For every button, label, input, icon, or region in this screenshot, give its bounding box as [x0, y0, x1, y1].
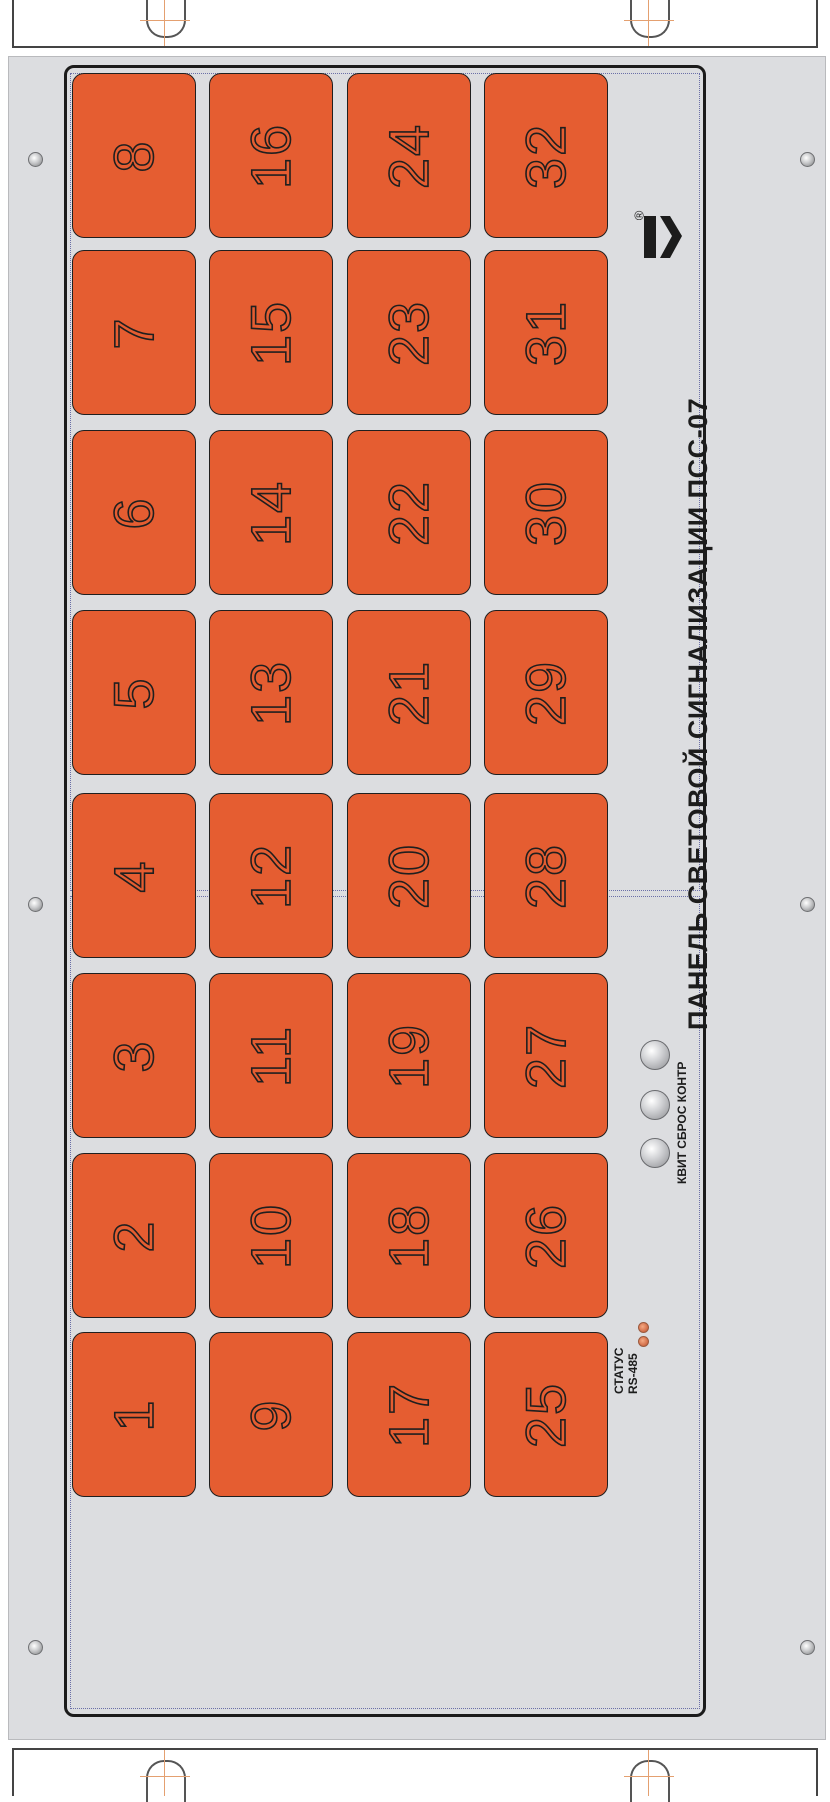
mounting-slot — [630, 0, 670, 38]
indicator-cell: 15 — [209, 250, 333, 415]
indicator-cell: 6 — [72, 430, 196, 595]
indicator-number: 23 — [376, 299, 441, 367]
indicator-number: 28 — [513, 842, 578, 910]
indicator-cell: 11 — [209, 973, 333, 1138]
indicator-cell: 10 — [209, 1153, 333, 1318]
indicator-cell: 29 — [484, 610, 608, 775]
buttons-label: КВИТ СБРОС КОНТР — [675, 1061, 689, 1184]
indicator-cell: 4 — [72, 793, 196, 958]
crosshair-mark — [624, 1776, 674, 1777]
bracket-bottom-right-edge — [816, 1748, 818, 1796]
indicator-number: 24 — [376, 122, 441, 190]
test-button[interactable] — [640, 1138, 670, 1168]
indicator-number: 18 — [376, 1202, 441, 1270]
indicator-number: 30 — [513, 479, 578, 547]
indicator-number: 25 — [513, 1381, 578, 1449]
reset-button[interactable] — [640, 1090, 670, 1120]
crosshair-mark — [624, 20, 674, 21]
indicator-number: 13 — [238, 659, 303, 727]
indicator-number: 10 — [238, 1202, 303, 1270]
indicator-number: 22 — [376, 479, 441, 547]
indicator-number: 8 — [101, 138, 166, 173]
indicator-cell: 9 — [209, 1332, 333, 1497]
indicator-number: 11 — [238, 1024, 303, 1088]
indicator-cell: 24 — [347, 73, 471, 238]
indicator-number: 1 — [101, 1397, 166, 1432]
crosshair-mark — [164, 0, 165, 46]
indicator-cell: 5 — [72, 610, 196, 775]
indicator-cell: 14 — [209, 430, 333, 595]
bracket-bottom-line — [12, 1748, 818, 1750]
indicator-cell: 22 — [347, 430, 471, 595]
crosshair-mark — [140, 20, 190, 21]
status-label: СТАТУС — [612, 1347, 626, 1394]
indicator-number: 16 — [238, 122, 303, 190]
bracket-bottom-left-edge — [12, 1748, 14, 1796]
indicator-cell: 21 — [347, 610, 471, 775]
indicator-cell: 1 — [72, 1332, 196, 1497]
rs485-led — [638, 1336, 649, 1347]
screw-icon — [800, 1640, 815, 1655]
indicator-cell: 30 — [484, 430, 608, 595]
mounting-slot — [146, 0, 186, 38]
indicator-cell: 13 — [209, 610, 333, 775]
indicator-number: 26 — [513, 1202, 578, 1270]
indicator-number: 29 — [513, 659, 578, 727]
indicator-number: 27 — [513, 1022, 578, 1090]
screw-icon — [800, 897, 815, 912]
crosshair-mark — [648, 1750, 649, 1796]
bracket-top-left-edge — [12, 0, 14, 48]
indicator-cell: 16 — [209, 73, 333, 238]
screw-icon — [28, 897, 43, 912]
status-led — [638, 1322, 649, 1333]
indicator-cell: 8 — [72, 73, 196, 238]
indicator-cell: 19 — [347, 973, 471, 1138]
indicator-number: 2 — [101, 1218, 166, 1253]
indicator-cell: 27 — [484, 973, 608, 1138]
indicator-cell: 12 — [209, 793, 333, 958]
acknowledge-button[interactable] — [640, 1040, 670, 1070]
indicator-cell: 31 — [484, 250, 608, 415]
indicator-cell: 18 — [347, 1153, 471, 1318]
crosshair-mark — [140, 1776, 190, 1777]
rs485-label: RS-485 — [626, 1353, 640, 1394]
indicator-number: 20 — [376, 842, 441, 910]
indicator-number: 21 — [376, 659, 441, 727]
indicator-cell: 3 — [72, 973, 196, 1138]
manufacturer-logo-icon — [644, 216, 682, 258]
bracket-top-line — [12, 46, 818, 48]
registered-mark: ® — [631, 210, 647, 221]
indicator-cell: 32 — [484, 73, 608, 238]
indicator-cell: 7 — [72, 250, 196, 415]
screw-icon — [28, 1640, 43, 1655]
indicator-number: 5 — [101, 675, 166, 710]
indicator-number: 7 — [101, 315, 166, 350]
bracket-top-right-edge — [816, 0, 818, 48]
indicator-number: 15 — [238, 299, 303, 367]
indicator-cell: 17 — [347, 1332, 471, 1497]
indicator-cell: 25 — [484, 1332, 608, 1497]
indicator-number: 6 — [101, 495, 166, 530]
indicator-number: 4 — [101, 858, 166, 893]
panel-title: ПАНЕЛЬ СВЕТОВОЙ СИГНАЛИЗАЦИИ ПСС-07 — [683, 397, 713, 1030]
indicator-number: 32 — [513, 122, 578, 190]
indicator-number: 19 — [376, 1022, 441, 1090]
indicator-cell: 26 — [484, 1153, 608, 1318]
indicator-cell: 28 — [484, 793, 608, 958]
indicator-number: 14 — [238, 479, 303, 547]
indicator-number: 12 — [238, 842, 303, 910]
indicator-number: 31 — [513, 299, 578, 367]
screw-icon — [28, 152, 43, 167]
indicator-cell: 20 — [347, 793, 471, 958]
indicator-cell: 23 — [347, 250, 471, 415]
indicator-number: 17 — [376, 1381, 441, 1449]
indicator-cell: 2 — [72, 1153, 196, 1318]
crosshair-mark — [164, 1750, 165, 1796]
indicator-number: 3 — [101, 1038, 166, 1073]
crosshair-mark — [648, 0, 649, 46]
indicator-number: 9 — [238, 1397, 303, 1432]
screw-icon — [800, 152, 815, 167]
